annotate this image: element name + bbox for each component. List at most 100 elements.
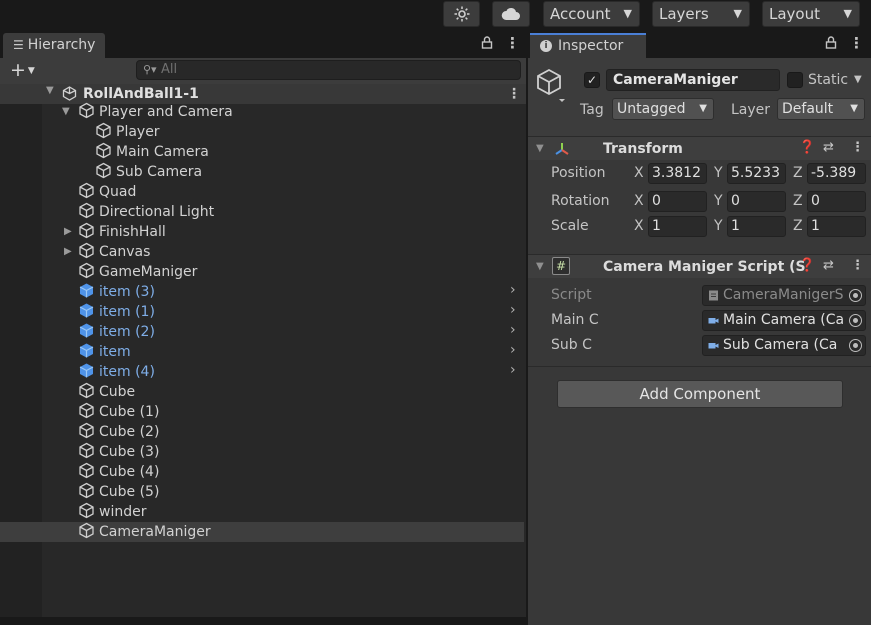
account-dropdown[interactable]: Account ▼	[543, 1, 640, 27]
camera-maniger-script-header[interactable]: ▼ # Camera Maniger Script (S ❓ ⇄ ⋮	[528, 254, 871, 278]
scale-z-field[interactable]: 1	[807, 216, 866, 237]
rotation-z-field[interactable]: 0	[807, 191, 866, 212]
object-name-field[interactable]: CameraManiger	[606, 69, 780, 91]
add-component-button[interactable]: Add Component	[557, 380, 843, 408]
scene-name: RollAndBall1-1	[83, 86, 199, 102]
tag-dropdown[interactable]: Untagged ▼	[612, 98, 714, 120]
hierarchy-item-item-3[interactable]: item (3)	[78, 282, 155, 302]
hierarchy-item-player-and-camera[interactable]: ▼ Player and Camera	[62, 102, 233, 122]
transform-header[interactable]: ▼ Transform ❓ ⇄ ⋮	[528, 136, 871, 160]
prefab-open-chevron-icon[interactable]: ›	[510, 282, 516, 298]
static-checkbox[interactable]	[787, 72, 803, 88]
fold-triangle-icon[interactable]: ▼	[536, 143, 544, 154]
tag-value: Untagged	[617, 101, 686, 117]
hierarchy-item-cube-5[interactable]: Cube (5)	[78, 482, 159, 502]
cube-icon	[79, 262, 94, 279]
axis-x-label: X	[634, 193, 644, 209]
lock-icon[interactable]	[825, 36, 837, 52]
prefab-open-chevron-icon[interactable]: ›	[510, 342, 516, 358]
hierarchy-tab-label: Hierarchy	[27, 37, 96, 53]
scale-x-field[interactable]: 1	[648, 216, 707, 237]
rotation-x-field[interactable]: 0	[648, 191, 707, 212]
hierarchy-panel: ☰ Hierarchy ⋮ + ▼ ⚲▾ All ▼ RollAndBall1-1 …	[0, 32, 526, 625]
scale-y-field[interactable]: 1	[727, 216, 786, 237]
prefab-open-chevron-icon[interactable]: ›	[510, 322, 516, 338]
hierarchy-item-label: Cube	[99, 384, 136, 400]
scale-z-value: 1	[811, 218, 820, 234]
expand-triangle-icon[interactable]: ▼	[46, 85, 54, 96]
rotation-y-field[interactable]: 0	[727, 191, 786, 212]
create-button[interactable]: + ▼	[10, 59, 35, 81]
collapse-triangle-icon[interactable]: ▶	[64, 242, 72, 262]
hierarchy-item-finishhall[interactable]: ▶ FinishHall	[62, 222, 166, 242]
cube-icon	[79, 222, 94, 239]
hierarchy-item-item-2[interactable]: item (2)	[78, 322, 155, 342]
kebab-menu-icon[interactable]: ⋮	[851, 140, 864, 155]
position-x-value: 3.3812	[652, 165, 701, 181]
caret-down-icon: ▼	[699, 103, 707, 114]
rotation-label: Rotation	[551, 193, 610, 209]
scene-row[interactable]: ▼ RollAndBall1-1 ⋮	[0, 84, 526, 104]
hierarchy-item-gamemaniger[interactable]: GameManiger	[78, 262, 197, 282]
layer-dropdown[interactable]: Default ▼	[777, 98, 865, 120]
layers-dropdown[interactable]: Layers ▼	[652, 1, 750, 27]
axis-x-label: X	[634, 218, 644, 234]
hierarchy-item-winder[interactable]: winder	[78, 502, 146, 522]
script-component-title: Camera Maniger Script (S	[603, 259, 806, 275]
preset-sliders-icon[interactable]: ⇄	[823, 258, 834, 273]
prefab-open-chevron-icon[interactable]: ›	[510, 302, 516, 318]
inspector-tabbar: i Inspector ⋮	[528, 32, 871, 58]
help-icon[interactable]: ❓	[799, 258, 815, 273]
hierarchy-item-quad[interactable]: Quad	[78, 182, 136, 202]
expand-triangle-icon[interactable]: ▼	[62, 102, 70, 122]
active-checkbox[interactable]: ✓	[584, 72, 600, 88]
hierarchy-item-item[interactable]: item	[78, 342, 131, 362]
tab-inspector[interactable]: i Inspector	[530, 33, 646, 58]
position-z-field[interactable]: -5.389	[807, 163, 866, 184]
hierarchy-item-cube-4[interactable]: Cube (4)	[78, 462, 159, 482]
hierarchy-tree: ▼ RollAndBall1-1 ⋮ ▼ Player and Camera P…	[0, 84, 526, 625]
hierarchy-item-cube-3[interactable]: Cube (3)	[78, 442, 159, 462]
kebab-menu-icon[interactable]: ⋮	[505, 34, 520, 52]
hierarchy-item-directional-light[interactable]: Directional Light	[78, 202, 214, 222]
account-label: Account	[550, 5, 611, 23]
position-y-field[interactable]: 5.5233	[727, 163, 786, 184]
kebab-menu-icon[interactable]: ⋮	[507, 84, 521, 104]
caret-down-icon: ▼	[733, 7, 742, 20]
cube-icon	[79, 442, 94, 459]
axis-y-label: Y	[714, 165, 723, 181]
object-picker-icon[interactable]	[849, 314, 862, 327]
hierarchy-item-item-1[interactable]: item (1)	[78, 302, 155, 322]
layout-dropdown[interactable]: Layout ▼	[762, 1, 860, 27]
static-dropdown-caret-icon[interactable]: ▼	[854, 74, 862, 85]
script-checkbox[interactable]: #	[552, 257, 570, 275]
collapse-triangle-icon[interactable]: ▶	[64, 222, 72, 242]
prefab-open-chevron-icon[interactable]: ›	[510, 362, 516, 378]
hierarchy-item-main-camera[interactable]: Main Camera	[95, 142, 209, 162]
kebab-menu-icon[interactable]: ⋮	[849, 34, 864, 52]
hierarchy-item-canvas[interactable]: ▶ Canvas	[62, 242, 150, 262]
hierarchy-search-input[interactable]: ⚲▾ All	[136, 60, 521, 80]
hierarchy-item-cameramaniger[interactable]: CameraManiger	[78, 522, 211, 542]
hierarchy-item-sub-camera[interactable]: Sub Camera	[95, 162, 202, 182]
hierarchy-item-item-4[interactable]: item (4)	[78, 362, 155, 382]
services-button[interactable]	[443, 1, 480, 27]
tab-hierarchy[interactable]: ☰ Hierarchy	[3, 33, 106, 58]
hierarchy-item-label: Directional Light	[99, 204, 215, 220]
main-camera-field[interactable]: Main Camera (Ca	[702, 310, 866, 331]
lock-icon[interactable]	[481, 36, 493, 52]
cloud-button[interactable]	[492, 1, 530, 27]
cube-icon	[79, 182, 94, 199]
object-picker-icon[interactable]	[849, 339, 862, 352]
preset-sliders-icon[interactable]: ⇄	[823, 140, 834, 155]
hierarchy-item-cube-2[interactable]: Cube (2)	[78, 422, 159, 442]
help-icon[interactable]: ❓	[799, 140, 815, 155]
hierarchy-item-cube[interactable]: Cube	[78, 382, 135, 402]
hierarchy-item-player[interactable]: Player	[95, 122, 160, 142]
kebab-menu-icon[interactable]: ⋮	[851, 258, 864, 273]
position-x-field[interactable]: 3.3812	[648, 163, 707, 184]
fold-triangle-icon[interactable]: ▼	[536, 261, 544, 272]
hierarchy-item-cube-1[interactable]: Cube (1)	[78, 402, 159, 422]
tag-label: Tag	[580, 102, 604, 118]
sub-camera-field[interactable]: Sub Camera (Ca	[702, 335, 866, 356]
